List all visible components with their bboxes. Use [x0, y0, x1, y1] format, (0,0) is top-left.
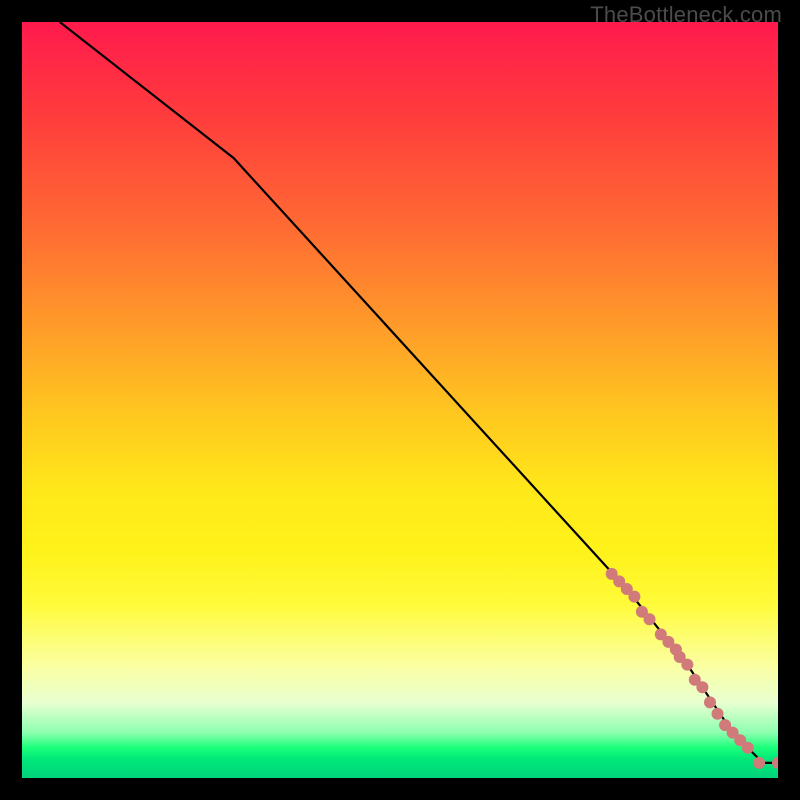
chart-plot-area [22, 22, 778, 778]
chart-frame: TheBottleneck.com [0, 0, 800, 800]
watermark-text: TheBottleneck.com [590, 2, 782, 28]
